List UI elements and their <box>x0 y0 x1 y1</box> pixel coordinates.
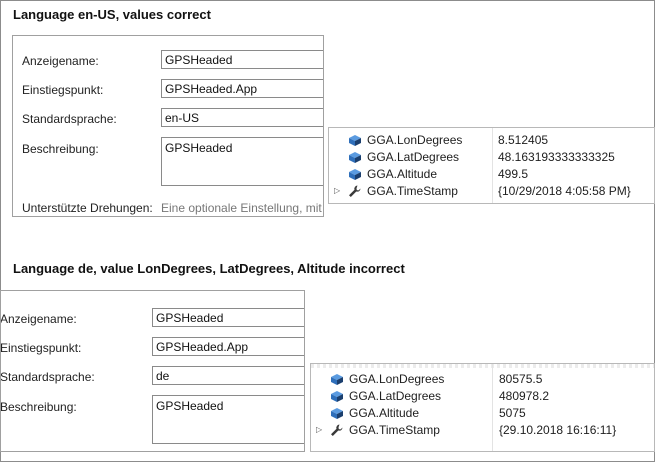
property-name: GGA.LonDegrees <box>367 133 463 147</box>
entry-point-label: Einstiegspunkt: <box>22 83 104 97</box>
section2-heading: Language de, value LonDegrees, LatDegree… <box>13 261 405 276</box>
entry-point-label: Einstiegspunkt: <box>0 341 82 355</box>
default-language-field[interactable]: de <box>152 366 304 385</box>
property-value: 80575.5 <box>499 372 543 386</box>
supported-rotations-label: Unterstützte Drehungen: <box>22 201 153 215</box>
expand-arrow-icon[interactable]: ▷ <box>334 186 340 195</box>
wrench-icon <box>347 184 363 199</box>
property-row[interactable]: GGA.Altitude 499.5 <box>329 166 654 183</box>
property-icon <box>329 389 345 404</box>
display-name-field[interactable]: GPSHeaded <box>161 50 323 69</box>
property-row[interactable]: GGA.LatDegrees 48.163193333333325 <box>329 149 654 166</box>
manifest-form-en: Anzeigename: GPSHeaded Einstiegspunkt: G… <box>12 35 324 217</box>
property-row[interactable]: GGA.Altitude 5075 <box>311 405 654 422</box>
property-icon <box>329 406 345 421</box>
property-value: 5075 <box>499 406 526 420</box>
property-name: GGA.LonDegrees <box>349 372 445 386</box>
entry-point-field[interactable]: GPSHeaded.App <box>152 337 304 356</box>
display-name-label: Anzeigename: <box>22 54 99 68</box>
description-label: Beschreibung: <box>22 142 99 156</box>
property-icon <box>347 150 363 165</box>
display-name-label: Anzeigename: <box>0 312 77 326</box>
property-value: 8.512405 <box>498 133 549 147</box>
property-name: GGA.LatDegrees <box>349 389 442 403</box>
description-field[interactable]: GPSHeaded <box>152 395 304 444</box>
property-icon <box>329 372 345 387</box>
property-name: GGA.Altitude <box>367 167 438 181</box>
property-value: {10/29/2018 4:05:58 PM} <box>498 184 631 198</box>
property-row[interactable]: GGA.LonDegrees 8.512405 <box>329 132 654 149</box>
property-value: 48.163193333333325 <box>498 150 615 164</box>
property-name: GGA.TimeStamp <box>367 184 458 198</box>
property-value: 480978.2 <box>499 389 550 403</box>
description-label: Beschreibung: <box>0 400 77 414</box>
property-name: GGA.TimeStamp <box>349 423 440 437</box>
property-value: {29.10.2018 16:16:11} <box>499 423 617 437</box>
watch-panel-en: GGA.LonDegrees 8.512405 GGA.LatDegrees 48.1… <box>328 127 655 204</box>
default-language-label: Standardsprache: <box>22 112 117 126</box>
manifest-form-de: Anzeigename: GPSHeaded Einstiegspunkt: G… <box>0 290 305 452</box>
section1-heading: Language en-US, values correct <box>13 7 211 22</box>
supported-rotations-hint: Eine optionale Einstellung, mit <box>161 201 322 215</box>
property-name: GGA.LatDegrees <box>367 150 460 164</box>
description-field[interactable]: GPSHeaded <box>161 137 323 186</box>
clipped-row-fragment <box>311 364 654 368</box>
property-row[interactable]: ▷ GGA.TimeStamp {10/29/2018 4:05:58 PM} <box>329 183 654 200</box>
watch-panel-de: GGA.LonDegrees 80575.5 GGA.LatDegrees 48097… <box>310 363 655 452</box>
entry-point-field[interactable]: GPSHeaded.App <box>161 79 323 98</box>
property-value: 499.5 <box>498 167 529 181</box>
expand-arrow-icon[interactable]: ▷ <box>316 425 322 434</box>
property-row[interactable]: GGA.LatDegrees 480978.2 <box>311 388 654 405</box>
property-name: GGA.Altitude <box>349 406 420 420</box>
property-row[interactable]: GGA.LonDegrees 80575.5 <box>311 371 654 388</box>
default-language-field[interactable]: en-US <box>161 108 323 127</box>
default-language-label: Standardsprache: <box>0 370 95 384</box>
property-icon <box>347 133 363 148</box>
property-icon <box>347 167 363 182</box>
property-row[interactable]: ▷ GGA.TimeStamp {29.10.2018 16:16:11} <box>311 422 654 439</box>
wrench-icon <box>329 423 345 438</box>
display-name-field[interactable]: GPSHeaded <box>152 308 304 327</box>
